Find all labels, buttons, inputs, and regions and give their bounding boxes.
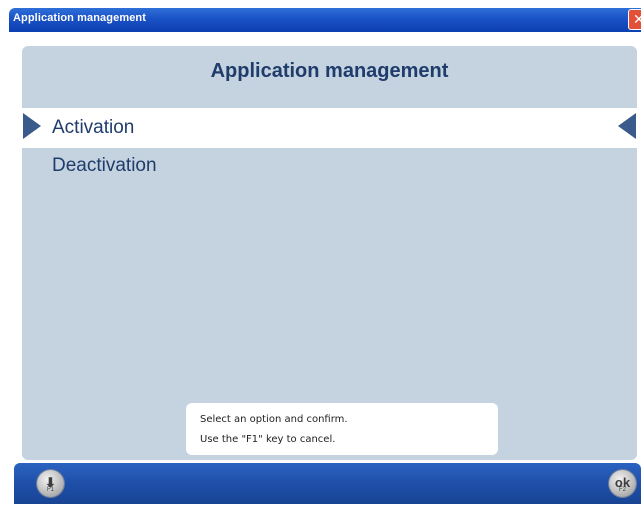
ok-key-label: F2: [618, 487, 626, 493]
hint-line-2: Use the "F1" key to cancel.: [200, 434, 336, 445]
title-bar: Application management ✕: [9, 8, 641, 32]
hint-line-1: Select an option and confirm.: [200, 414, 348, 425]
cancel-button[interactable]: ⬇ F1: [37, 470, 64, 497]
close-icon: ✕: [633, 12, 641, 28]
window-title: Application management: [13, 12, 146, 24]
main-panel: Application management Activation Deacti…: [22, 46, 637, 460]
application-window: Application management ✕ Application man…: [9, 8, 641, 504]
selection-left-arrow-icon: [618, 113, 636, 139]
menu-item-activation[interactable]: Activation: [22, 108, 637, 148]
menu-item-label: Activation: [52, 117, 135, 138]
hint-box: Select an option and confirm. Use the "F…: [186, 403, 498, 455]
ok-button[interactable]: ok F2: [609, 470, 636, 497]
menu-item-label: Deactivation: [52, 155, 157, 176]
menu-item-deactivation[interactable]: Deactivation: [22, 146, 637, 186]
selection-right-arrow-icon: [23, 113, 41, 139]
close-button[interactable]: ✕: [628, 9, 641, 30]
bottom-bar: ⬇ F1 ok F2: [14, 463, 641, 504]
cancel-key-label: F1: [46, 487, 54, 493]
panel-title: Application management: [210, 60, 449, 82]
